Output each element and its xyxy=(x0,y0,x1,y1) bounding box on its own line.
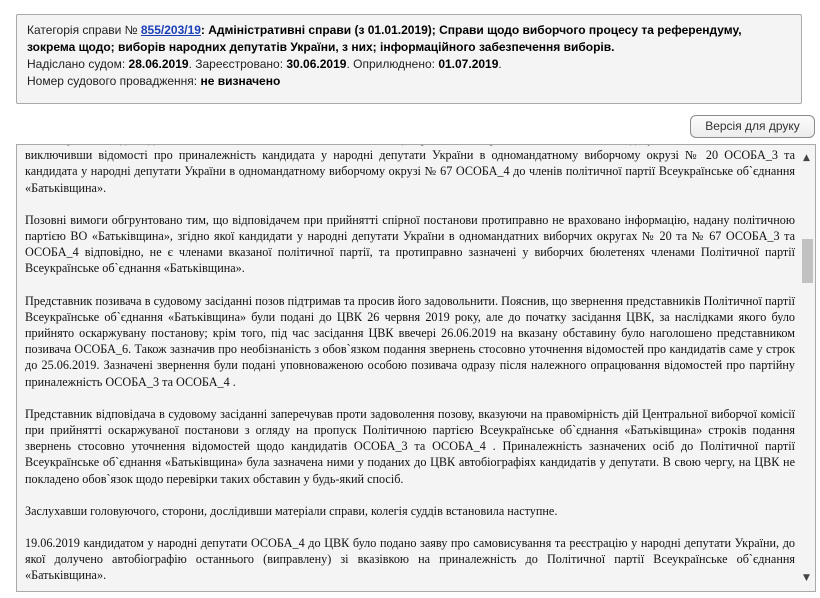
proceeding-value: не визначено xyxy=(200,74,281,88)
proceeding-label: Номер судового провадження: xyxy=(27,74,201,88)
published-date: 01.07.2019 xyxy=(438,57,499,71)
case-number-link[interactable]: 855/203/19 xyxy=(141,23,201,37)
document-text: самовисування, відповідно ОСОБА_3 та ОСО… xyxy=(25,145,795,591)
case-info-panel: Категорія справи № 855/203/19: Адміністр… xyxy=(16,14,802,104)
dates-period: . xyxy=(498,57,502,71)
category-prefix: Категорія справи № xyxy=(27,23,141,37)
sent-date: 28.06.2019 xyxy=(128,57,189,71)
document-paragraph: Позовні вимоги обгрунтовано тим, що відп… xyxy=(25,212,795,276)
document-paragraph: самовисування, відповідно ОСОБА_3 та ОСО… xyxy=(25,145,795,195)
dates-line: Надіслано судом: 28.06.2019. Зареєстрова… xyxy=(27,56,791,73)
document-paragraph: 19.06.2019 кандидатом у народні депутати… xyxy=(25,536,795,583)
document-paragraph: Представник відповідача в судовому засід… xyxy=(25,406,795,486)
scroll-thumb[interactable] xyxy=(802,239,813,283)
scroll-up-arrow-icon[interactable]: ▲ xyxy=(798,151,815,165)
scroll-down-arrow-icon[interactable]: ▼ xyxy=(798,571,815,585)
proceeding-line: Номер судового провадження: не визначено xyxy=(27,73,791,90)
registered-label: . Зареєстровано: xyxy=(188,57,287,71)
registered-date: 30.06.2019 xyxy=(286,57,347,71)
print-version-button[interactable]: Версія для друку xyxy=(690,115,815,138)
published-label: . Оприлюднено: xyxy=(346,57,439,71)
case-category-line: Категорія справи № 855/203/19: Адміністр… xyxy=(27,22,791,56)
sent-label: Надіслано судом: xyxy=(27,57,129,71)
document-viewer[interactable]: самовисування, відповідно ОСОБА_3 та ОСО… xyxy=(16,144,816,592)
document-paragraph: Заслухавши головуючого, сторони, досліди… xyxy=(25,503,558,518)
vertical-scrollbar[interactable]: ▲ ▼ xyxy=(798,145,815,591)
document-paragraph: Представник позивача в судовому засіданн… xyxy=(25,293,795,389)
